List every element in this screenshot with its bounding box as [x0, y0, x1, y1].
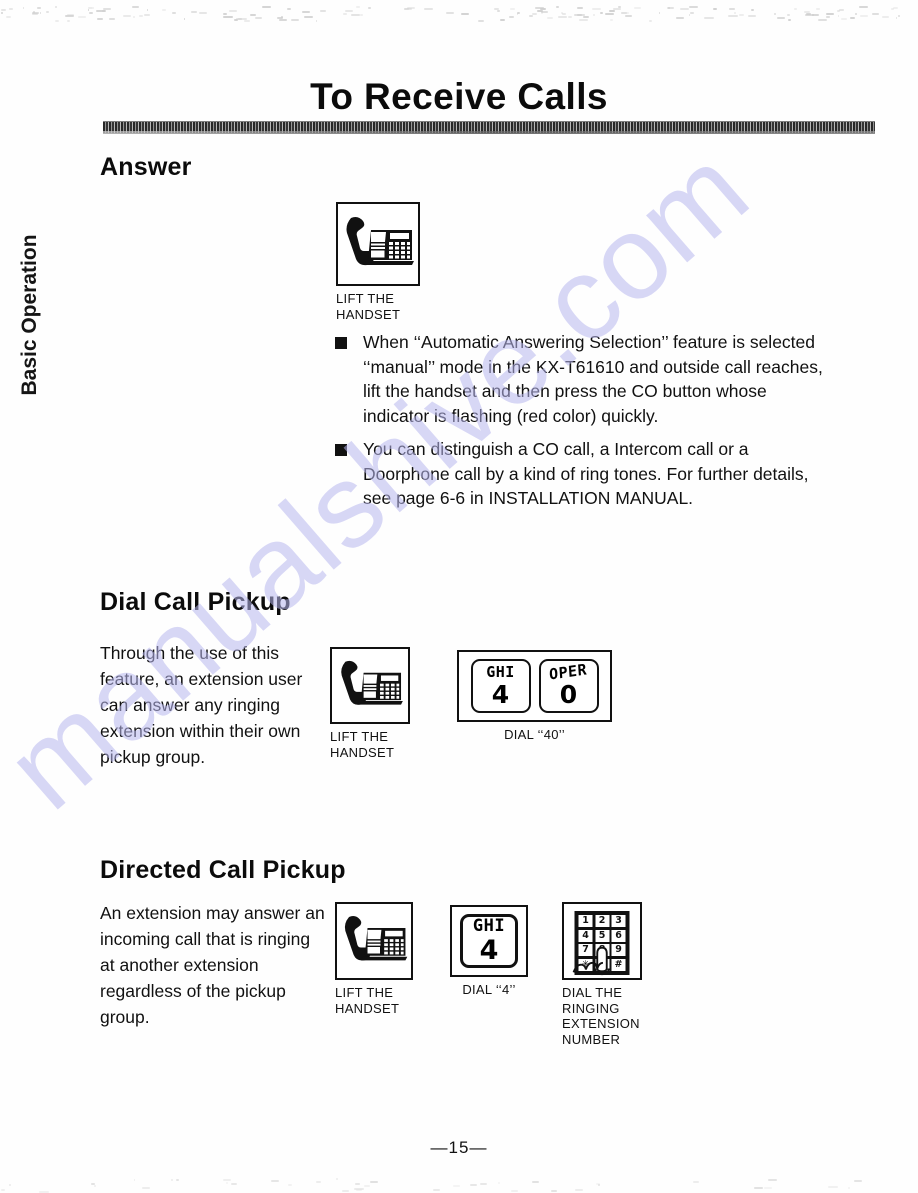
keycap-digit: 4 — [479, 935, 499, 966]
caption-line-1: DIAL ‘‘40’’ — [504, 727, 565, 742]
figure-lift-handset-directed-pickup: LIFT THE HANDSET — [335, 902, 413, 1016]
figure-caption: DIAL ‘‘4’’ — [450, 982, 528, 998]
caption-line-1: LIFT THE — [335, 985, 394, 1000]
manual-page: Basic Operation To Receive Calls Answer — [0, 0, 918, 1193]
caption-line-3: EXTENSION — [562, 1016, 640, 1031]
caption-line-2: HANDSET — [336, 306, 401, 322]
caption-line-4: NUMBER — [562, 1031, 621, 1047]
keypad-key-single-icon: GHI 4 — [450, 905, 528, 977]
bullet-square-icon — [335, 337, 347, 349]
desk-phone-icon — [330, 647, 410, 724]
section-heading-answer: Answer — [100, 153, 192, 181]
section-heading-directed-call-pickup: Directed Call Pickup — [100, 856, 346, 884]
figure-caption: LIFT THE HANDSET — [335, 985, 413, 1016]
keycap-letters: GHI — [486, 663, 515, 681]
desk-phone-glyph — [346, 217, 414, 266]
figure-caption: DIAL THE RINGING EXTENSION NUMBER — [562, 985, 642, 1047]
side-tab-label: Basic Operation — [18, 234, 41, 396]
figure-dial-4: GHI 4 DIAL ‘‘4’’ — [450, 905, 528, 998]
caption-line-2: HANDSET — [330, 744, 395, 760]
keycap-0: OPER 0 — [538, 659, 599, 713]
dial-call-pickup-body: Through the use of this feature, an exte… — [100, 643, 303, 767]
figure-caption: LIFT THE HANDSET — [330, 729, 410, 760]
bullet-item: You can distinguish a CO call, a Interco… — [332, 437, 832, 511]
caption-line-1: LIFT THE — [336, 291, 395, 306]
figure-dial-40: GHI 4 OPER 0 DIAL ‘‘40’’ — [457, 650, 612, 743]
keycap-4: GHI 4 — [460, 914, 518, 968]
caption-line-1: DIAL THE — [562, 985, 623, 1000]
keycap-digit: 0 — [559, 680, 578, 709]
figure-lift-handset-dial-pickup: LIFT THE HANDSET — [330, 647, 410, 760]
figure-caption: LIFT THE HANDSET — [336, 291, 420, 322]
directed-call-pickup-body: An extension may answer an incoming call… — [100, 903, 325, 1027]
finger-glyph — [572, 946, 610, 976]
keycap-letters: GHI — [472, 916, 506, 936]
bullet-square-icon — [335, 444, 347, 456]
figure-dial-ringing-extension: 123456789✳0# DIAL THE RINGING EXTENSION … — [562, 902, 642, 1047]
keypad-keys-icon: GHI 4 OPER 0 — [457, 650, 612, 722]
dialpad-with-finger-icon: 123456789✳0# — [562, 902, 642, 980]
section-heading-dial-call-pickup: Dial Call Pickup — [100, 588, 291, 616]
desk-phone-icon — [335, 902, 413, 980]
scan-speckle-bottom — [0, 1172, 918, 1193]
keycap-digit: 4 — [491, 680, 510, 709]
title-rule-shadow — [103, 131, 875, 134]
bullet-text: You can distinguish a CO call, a Interco… — [363, 439, 809, 508]
figure-lift-handset-answer: LIFT THE HANDSET — [336, 202, 420, 322]
keycap-letters: OPER — [548, 660, 588, 684]
answer-bullet-list: When ‘‘Automatic Answering Selection’’ f… — [332, 330, 832, 520]
side-tab-basic-operation: Basic Operation — [0, 195, 46, 445]
keycap-4: GHI 4 — [470, 659, 531, 713]
bullet-text: When ‘‘Automatic Answering Selection’’ f… — [363, 332, 823, 426]
scan-speckle-top — [0, 0, 918, 30]
caption-line-1: DIAL ‘‘4’’ — [462, 982, 516, 997]
page-title: To Receive Calls — [310, 76, 608, 117]
caption-line-2: HANDSET — [335, 1000, 400, 1016]
desk-phone-icon — [336, 202, 420, 286]
bullet-item: When ‘‘Automatic Answering Selection’’ f… — [332, 330, 832, 428]
desk-phone-glyph — [344, 916, 408, 961]
figure-caption: DIAL ‘‘40’’ — [457, 727, 612, 743]
caption-line-2: RINGING — [562, 1000, 620, 1016]
desk-phone-glyph — [341, 660, 403, 705]
page-number: —15— — [430, 1138, 488, 1157]
caption-line-1: LIFT THE — [330, 729, 389, 744]
